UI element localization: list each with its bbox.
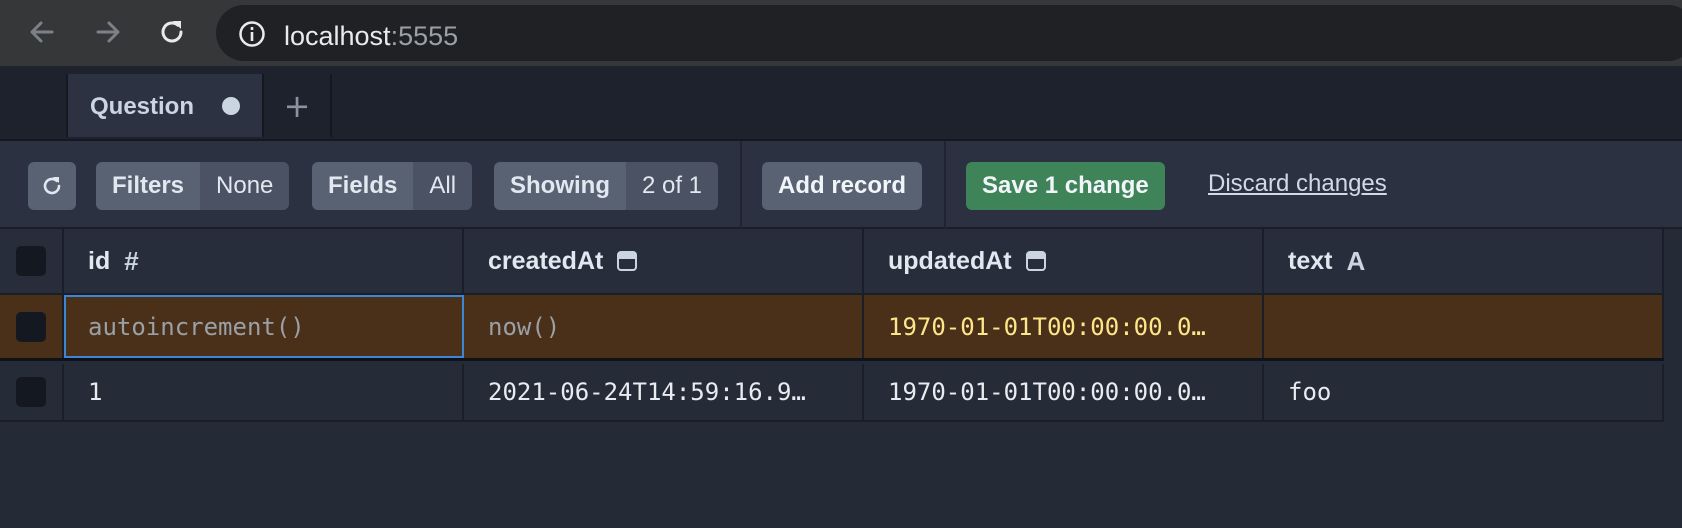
fields-value: All — [413, 162, 473, 210]
column-name: text — [1288, 246, 1333, 275]
cell-text[interactable]: foo — [1264, 364, 1664, 422]
browser-toolbar: localhost:5555 — [0, 0, 1682, 66]
refresh-button[interactable] — [28, 162, 76, 210]
address-bar[interactable]: localhost:5555 — [216, 5, 1682, 61]
fields-label: Fields — [312, 162, 414, 210]
row-select-cell — [0, 364, 64, 422]
select-all-checkbox[interactable] — [16, 246, 46, 276]
calendar-icon — [1025, 251, 1046, 271]
filters-button[interactable]: Filters None — [96, 162, 290, 210]
row-checkbox[interactable] — [16, 377, 46, 407]
showing-label: Showing — [494, 162, 626, 210]
reload-icon[interactable] — [152, 12, 192, 52]
new-record-row: autoincrement() now() 1970-01-01T00:00:0… — [0, 295, 1664, 361]
cell-createdAt-new[interactable]: now() — [464, 295, 864, 358]
discard-changes-link[interactable]: Discard changes — [1208, 170, 1387, 198]
cell-text-new[interactable] — [1264, 295, 1664, 358]
forward-icon[interactable] — [88, 12, 128, 52]
column-name: id — [88, 246, 111, 275]
calendar-icon — [617, 251, 638, 271]
column-name: updatedAt — [888, 246, 1012, 275]
filters-value: None — [200, 162, 290, 210]
data-toolbar: Filters None Fields All Showing 2 of 1 A… — [0, 141, 1682, 229]
row-checkbox[interactable] — [16, 311, 46, 342]
string-type-icon: A — [1346, 245, 1366, 276]
showing-button[interactable]: Showing 2 of 1 — [494, 162, 719, 210]
url-port: :5555 — [390, 21, 459, 51]
toolbar-divider — [740, 141, 742, 229]
url-host: localhost — [284, 21, 391, 51]
cell-updatedAt[interactable]: 1970-01-01T00:00:00.0… — [864, 364, 1264, 422]
toolbar-divider — [944, 141, 946, 229]
column-name: createdAt — [488, 246, 604, 275]
back-icon[interactable] — [22, 12, 62, 52]
add-record-button[interactable]: Add record — [762, 162, 923, 210]
tab-question[interactable]: Question — [66, 74, 264, 137]
showing-value: 2 of 1 — [625, 162, 719, 210]
column-header-updatedAt[interactable]: updatedAt — [864, 229, 1264, 295]
cell-updatedAt-new[interactable]: 1970-01-01T00:00:00.0… — [864, 295, 1264, 358]
table-header: id # createdAt updatedAt text A — [0, 229, 1664, 295]
select-all-cell — [0, 229, 64, 295]
info-icon[interactable] — [238, 20, 266, 48]
cell-id[interactable]: 1 — [64, 364, 464, 422]
fields-button[interactable]: Fields All — [312, 162, 473, 210]
cell-createdAt[interactable]: 2021-06-24T14:59:16.9… — [464, 364, 864, 422]
cell-id-new[interactable]: autoincrement() — [64, 295, 464, 358]
row-select-cell — [0, 295, 64, 358]
column-header-id[interactable]: id # — [64, 229, 464, 295]
column-header-text[interactable]: text A — [1264, 229, 1664, 295]
url-text: localhost:5555 — [284, 21, 458, 51]
refresh-icon — [43, 177, 61, 195]
model-tab-strip: Question + — [0, 66, 1682, 141]
add-tab-button[interactable]: + — [264, 74, 332, 137]
tab-label: Question — [90, 93, 195, 120]
number-type-icon: # — [124, 245, 139, 276]
unsaved-dot-icon[interactable] — [222, 97, 240, 115]
save-changes-button[interactable]: Save 1 change — [966, 162, 1165, 210]
column-header-createdAt[interactable]: createdAt — [464, 229, 864, 295]
filters-label: Filters — [96, 162, 201, 210]
table-row: 1 2021-06-24T14:59:16.9… 1970-01-01T00:0… — [0, 364, 1664, 422]
